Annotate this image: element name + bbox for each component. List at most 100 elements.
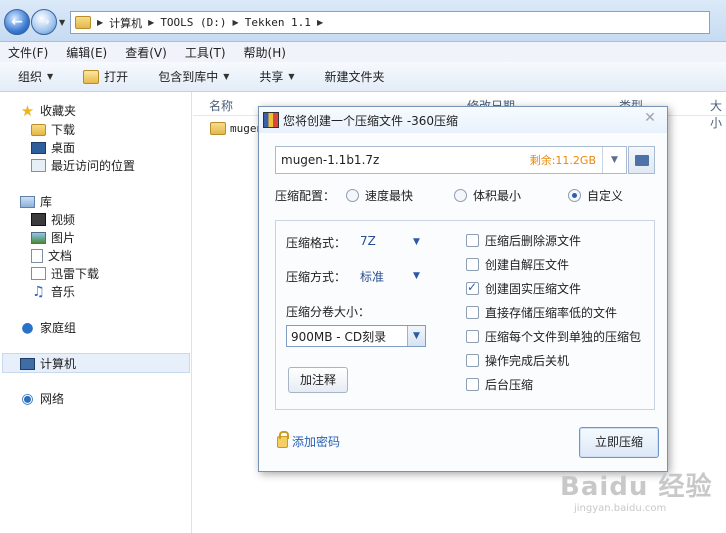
archive-filename-field[interactable]: mugen-1.1b1.7z 剩余:11.2GB ▼	[275, 146, 627, 174]
back-button[interactable]: ←	[4, 9, 30, 35]
archive-filename[interactable]: mugen-1.1b1.7z	[281, 153, 530, 167]
radio-label: 体积最小	[473, 189, 522, 203]
nav-homegroup[interactable]: ● 家庭组	[20, 319, 76, 336]
option-separate-archives[interactable]: 压缩每个文件到单独的压缩包	[466, 328, 641, 345]
baidu-watermark: Baidu 经验 jingyan.baidu.com	[560, 466, 720, 526]
document-library-icon	[31, 248, 43, 263]
breadcrumb-folder[interactable]: Tekken 1.1	[245, 16, 311, 29]
nav-music[interactable]: ♫ 音乐	[31, 283, 75, 300]
option-label: 直接存储压缩率低的文件	[485, 306, 618, 320]
nav-label: 迅雷下载	[51, 267, 100, 281]
radio-custom[interactable]: 自定义	[568, 187, 623, 204]
nav-xunlei-downloads[interactable]: 迅雷下载	[31, 265, 99, 282]
star-icon: ★	[20, 101, 35, 120]
open-folder-icon	[83, 69, 100, 84]
method-select[interactable]: 标准	[360, 268, 384, 285]
nav-recent-places[interactable]: 最近访问的位置	[31, 157, 135, 174]
nav-pictures[interactable]: 图片	[31, 229, 75, 246]
chevron-right-icon[interactable]: ▶	[148, 18, 154, 27]
option-delete-source[interactable]: 压缩后删除源文件	[466, 232, 581, 249]
close-button[interactable]: ✕	[639, 108, 661, 128]
radio-circle-selected[interactable]	[568, 189, 581, 202]
computer-icon	[20, 357, 35, 370]
nav-desktop[interactable]: 桌面	[31, 139, 75, 156]
nav-downloads[interactable]: 下载	[31, 121, 75, 138]
chevron-right-icon[interactable]: ▶	[233, 18, 239, 27]
nav-label: 图片	[51, 231, 76, 245]
chevron-down-icon[interactable]: ▼	[413, 237, 420, 247]
checkbox[interactable]	[466, 378, 479, 391]
new-folder-button[interactable]: 新建文件夹	[325, 68, 385, 85]
nav-label: 库	[40, 195, 53, 209]
share-button[interactable]: 共享 ▼	[259, 68, 294, 85]
nav-computer[interactable]: 计算机	[20, 355, 76, 372]
nav-libraries[interactable]: 库	[20, 193, 52, 210]
column-size[interactable]: 大小	[710, 97, 726, 131]
option-background[interactable]: 后台压缩	[466, 376, 533, 393]
checkbox[interactable]	[466, 306, 479, 319]
checkbox[interactable]	[466, 354, 479, 367]
nav-label: 最近访问的位置	[51, 159, 136, 173]
add-comment-button[interactable]: 加注释	[288, 367, 348, 393]
checkbox[interactable]	[466, 258, 479, 271]
breadcrumb-computer[interactable]: 计算机	[109, 15, 142, 31]
recent-pages-dropdown[interactable]: ▼	[59, 18, 65, 27]
nav-label: 桌面	[51, 141, 76, 155]
menu-tools[interactable]: 工具(T)	[185, 44, 226, 61]
forward-button[interactable]: →	[31, 9, 57, 35]
nav-favorites[interactable]: ★ 收藏夹	[20, 102, 76, 119]
chevron-down-icon[interactable]: ▼	[413, 271, 420, 281]
radio-fastest[interactable]: 速度最快	[346, 187, 413, 204]
method-label: 压缩方式：	[286, 270, 347, 284]
chevron-right-icon[interactable]: ▶	[317, 18, 323, 27]
radio-circle[interactable]	[346, 189, 359, 202]
nav-network[interactable]: ◉ 网络	[20, 390, 64, 407]
open-button[interactable]: 打开	[83, 68, 128, 85]
menu-file[interactable]: 文件(F)	[8, 44, 48, 61]
menu-help[interactable]: 帮助(H)	[244, 44, 286, 61]
volume-size-select[interactable]: 900MB - CD刻录 ▼	[286, 325, 426, 347]
nav-documents[interactable]: 文档	[31, 247, 72, 264]
filename-dropdown-button[interactable]: ▼	[602, 147, 626, 173]
checkbox[interactable]	[466, 234, 479, 247]
checkbox[interactable]	[466, 330, 479, 343]
add-password-link[interactable]: 添加密码	[277, 430, 340, 450]
organize-button[interactable]: 组织 ▼	[18, 68, 53, 85]
option-label: 操作完成后关机	[485, 354, 570, 368]
option-label: 后台压缩	[485, 378, 534, 392]
option-self-extracting[interactable]: 创建自解压文件	[466, 256, 569, 273]
file-row[interactable]: mugen	[210, 122, 263, 135]
checkbox-checked[interactable]	[466, 280, 479, 295]
browse-folder-button[interactable]	[628, 146, 655, 174]
download-library-icon	[31, 267, 46, 280]
option-solid-archive[interactable]: 创建固实压缩文件	[466, 280, 581, 297]
column-name[interactable]: 名称	[209, 97, 233, 114]
menu-view[interactable]: 查看(V)	[125, 44, 167, 61]
option-store-low-ratio[interactable]: 直接存储压缩率低的文件	[466, 304, 617, 321]
watermark-url: jingyan.baidu.com	[574, 503, 667, 514]
include-label: 包含到库中	[158, 70, 219, 84]
compress-now-button[interactable]: 立即压缩	[579, 427, 659, 458]
compress-dialog: 您将创建一个压缩文件 -360压缩 ✕ mugen-1.1b1.7z 剩余:11…	[258, 106, 668, 472]
radio-smallest[interactable]: 体积最小	[454, 187, 521, 204]
free-space-text: 剩余:11.2GB	[529, 154, 596, 167]
option-shutdown-after[interactable]: 操作完成后关机	[466, 352, 569, 369]
menu-edit[interactable]: 编辑(E)	[66, 44, 107, 61]
chevron-right-icon[interactable]: ▶	[97, 18, 103, 27]
nav-videos[interactable]: 视频	[31, 211, 75, 228]
nav-label: 文档	[48, 249, 73, 263]
radio-circle[interactable]	[454, 189, 467, 202]
chevron-down-icon: ▼	[611, 155, 618, 165]
address-field[interactable]: ▶ 计算机 ▶ TOOLS (D:) ▶ Tekken 1.1 ▶	[70, 11, 710, 34]
format-select[interactable]: 7Z	[360, 234, 376, 248]
homegroup-icon: ●	[21, 319, 34, 336]
chevron-down-icon[interactable]: ▼	[407, 326, 425, 346]
dialog-titlebar[interactable]: 您将创建一个压缩文件 -360压缩	[259, 107, 667, 133]
radio-label: 速度最快	[365, 189, 414, 203]
music-note-icon: ♫	[32, 283, 45, 300]
video-library-icon	[31, 213, 46, 226]
include-in-library-button[interactable]: 包含到库中 ▼	[158, 68, 229, 85]
lock-icon	[277, 430, 289, 448]
option-label: 压缩每个文件到单独的压缩包	[485, 330, 642, 344]
breadcrumb-drive[interactable]: TOOLS (D:)	[160, 16, 226, 29]
